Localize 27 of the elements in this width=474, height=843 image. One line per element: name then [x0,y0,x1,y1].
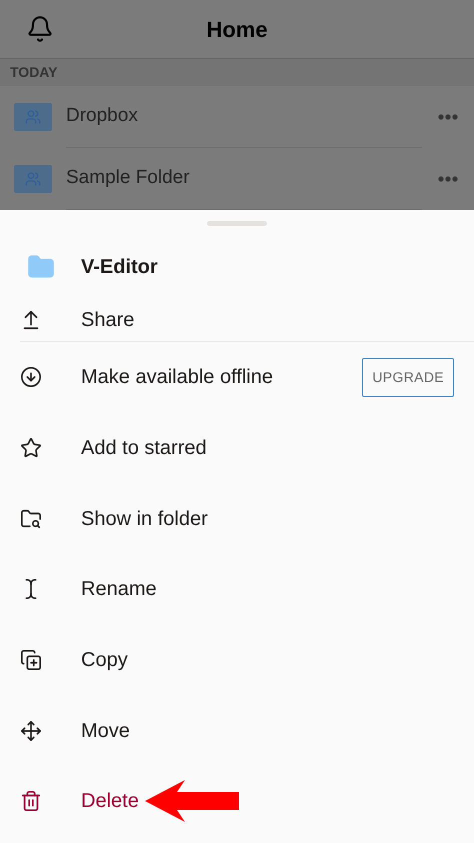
page-title: Home [206,16,268,44]
download-circle-icon [20,366,42,388]
delete-item[interactable]: Delete [20,786,139,816]
copy-icon [20,649,42,672]
folder-name[interactable]: Sample Folder [66,164,190,193]
menu-item[interactable]: Rename [20,574,157,604]
shared-folder-icon [14,165,52,193]
trash-icon [20,790,42,812]
menu-item[interactable]: Share [20,304,134,334]
move-icon [20,720,42,742]
menu-item[interactable]: Move [20,716,130,746]
menu-item[interactable]: Make available offline [20,362,273,392]
sheet-handle[interactable] [207,220,267,226]
upgrade-button[interactable]: UPGRADE [362,358,454,397]
menu-item[interactable]: Add to starred [20,433,207,464]
shared-folder-icon [14,103,52,131]
folder-search-icon [20,508,42,530]
notifications-icon[interactable] [26,15,54,44]
pointer-arrow-icon [144,780,239,822]
more-icon[interactable] [438,176,458,182]
section-label: TODAY [10,63,58,82]
sheet-title: V-Editor [81,255,158,280]
folder-name[interactable]: Dropbox [66,102,138,131]
menu-item[interactable]: Copy [20,645,128,676]
star-icon [20,437,42,460]
menu-item[interactable]: Show in folder [20,504,208,534]
more-icon[interactable] [438,114,458,120]
